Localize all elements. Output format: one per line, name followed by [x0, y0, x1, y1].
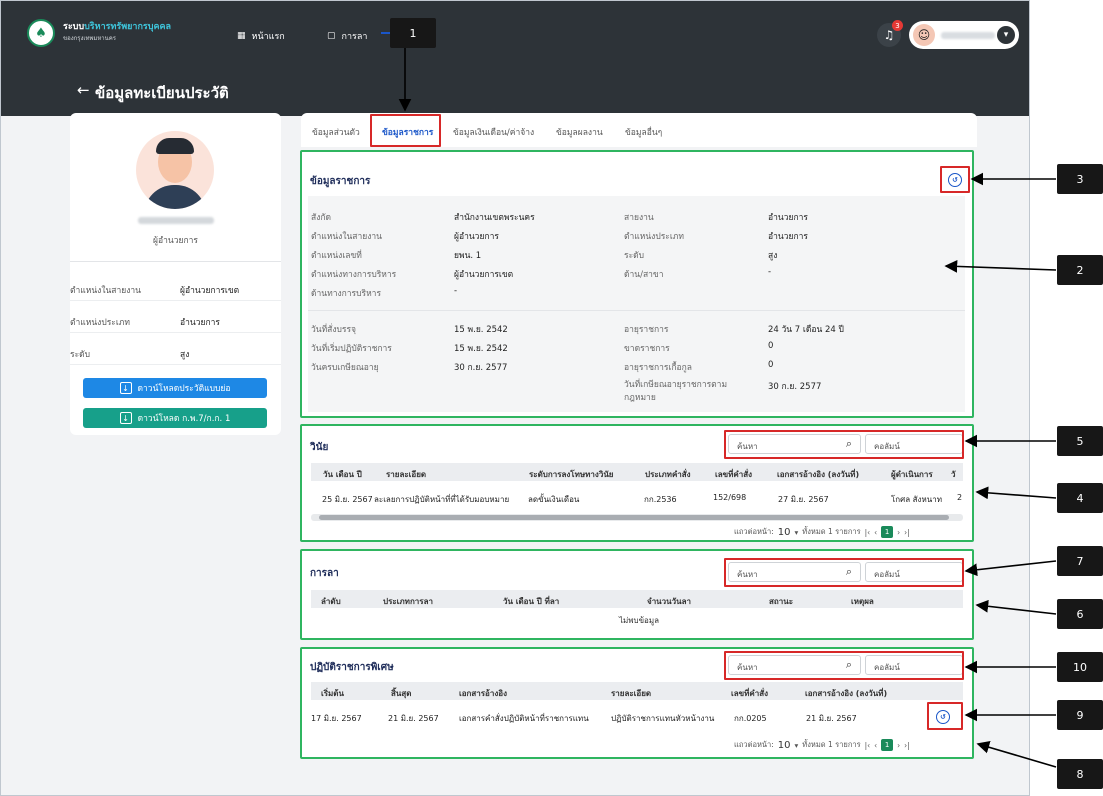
back-arrow-icon[interactable]: ←: [77, 81, 90, 99]
app-window: ♠ ระบบบริหารทรัพยากรบุคคล ของกรุงเทพมหาน…: [0, 0, 1030, 796]
profile-name-blurred: [70, 217, 281, 225]
bell-icon: ♫: [883, 28, 895, 42]
download-gp7-label: ดาวน์โหลด ก.พ.7/ก.ก. 1: [137, 414, 231, 424]
annotation-red-box: [370, 114, 441, 147]
annotation-green-box: [300, 150, 974, 418]
annotation-red-box: [724, 558, 964, 587]
profile-avatar: [136, 131, 214, 209]
download-profile-label: ดาวน์โหลดประวัติแบบย่อ: [137, 384, 231, 394]
callout-label: 6: [1057, 599, 1103, 629]
notification-count: 3: [892, 20, 903, 31]
brand-highlight: บริหารทรัพยากรบุคคล: [84, 22, 172, 32]
annotation-red-box: [927, 702, 963, 730]
annotation-red-box: [940, 166, 970, 193]
profile-row: ระดับ สูง: [70, 337, 281, 365]
profile-role: ผู้อำนวยการ: [153, 236, 198, 246]
callout-label: 10: [1057, 652, 1103, 682]
callout-label: 2: [1057, 255, 1103, 285]
profile-row-key: ตำแหน่งในสายงาน: [70, 286, 141, 296]
top-navbar: ♠ ระบบบริหารทรัพยากรบุคคล ของกรุงเทพมหาน…: [1, 1, 1029, 66]
user-name-blurred: [941, 31, 995, 39]
callout-label: 4: [1057, 483, 1103, 513]
callout-label: 8: [1057, 759, 1103, 789]
profile-row: ตำแหน่งประเภท อำนวยการ: [70, 305, 281, 333]
download-profile-button[interactable]: ↓ ดาวน์โหลดประวัติแบบย่อ: [83, 378, 267, 398]
callout-label: 7: [1057, 546, 1103, 576]
page-title: ข้อมูลทะเบียนประวัติ: [95, 84, 229, 102]
annotation-red-box: [724, 430, 964, 459]
download-gp7-button[interactable]: ↓ ดาวน์โหลด ก.พ.7/ก.ก. 1: [83, 408, 267, 428]
app-brand: ระบบบริหารทรัพยากรบุคคล ของกรุงเทพมหานคร: [63, 23, 171, 43]
callout-label: 9: [1057, 700, 1103, 730]
callout-label: 3: [1057, 164, 1103, 194]
profile-row-value: ผู้อำนวยการเขต: [180, 286, 240, 296]
tab-personal[interactable]: ข้อมูลส่วนตัว: [312, 125, 360, 139]
profile-row-key: ตำแหน่งประเภท: [70, 318, 130, 328]
nav-home[interactable]: ▦ หน้าแรก: [237, 29, 285, 43]
avatar: ☺: [913, 24, 935, 46]
nav-leave[interactable]: ▢ การลา: [327, 29, 367, 43]
nav-home-label: หน้าแรก: [251, 32, 285, 42]
profile-row: ตำแหน่งในสายงาน ผู้อำนวยการเขต: [70, 273, 281, 301]
profile-card: ผู้อำนวยการ ตำแหน่งในสายงาน ผู้อำนวยการเ…: [70, 113, 281, 435]
notification-bell[interactable]: ♫ 3: [877, 20, 903, 47]
brand-main: ระบบ: [63, 22, 85, 32]
folder-download-icon: ↓: [119, 412, 132, 424]
bma-logo: ♠: [27, 19, 55, 47]
tab-performance[interactable]: ข้อมูลผลงาน: [556, 125, 603, 139]
download-icon: ↓: [119, 382, 132, 394]
tab-salary[interactable]: ข้อมูลเงินเดือน/ค่าจ้าง: [453, 125, 534, 139]
profile-row-value: อำนวยการ: [180, 318, 220, 328]
chevron-down-icon: ▾: [997, 26, 1015, 44]
nav-leave-label: การลา: [341, 32, 368, 42]
profile-row-value: สูง: [180, 350, 190, 360]
calendar-icon: ▢: [327, 31, 336, 41]
grid-icon: ▦: [237, 31, 246, 41]
tab-other[interactable]: ข้อมูลอื่นๆ: [625, 125, 662, 139]
brand-sub: ของกรุงเทพมหานคร: [63, 35, 116, 42]
callout-label: 5: [1057, 426, 1103, 456]
profile-row-key: ระดับ: [70, 350, 91, 360]
user-menu[interactable]: ☺ ▾: [909, 21, 1019, 49]
callout-label: 1: [390, 18, 436, 48]
annotation-red-box: [724, 651, 964, 680]
